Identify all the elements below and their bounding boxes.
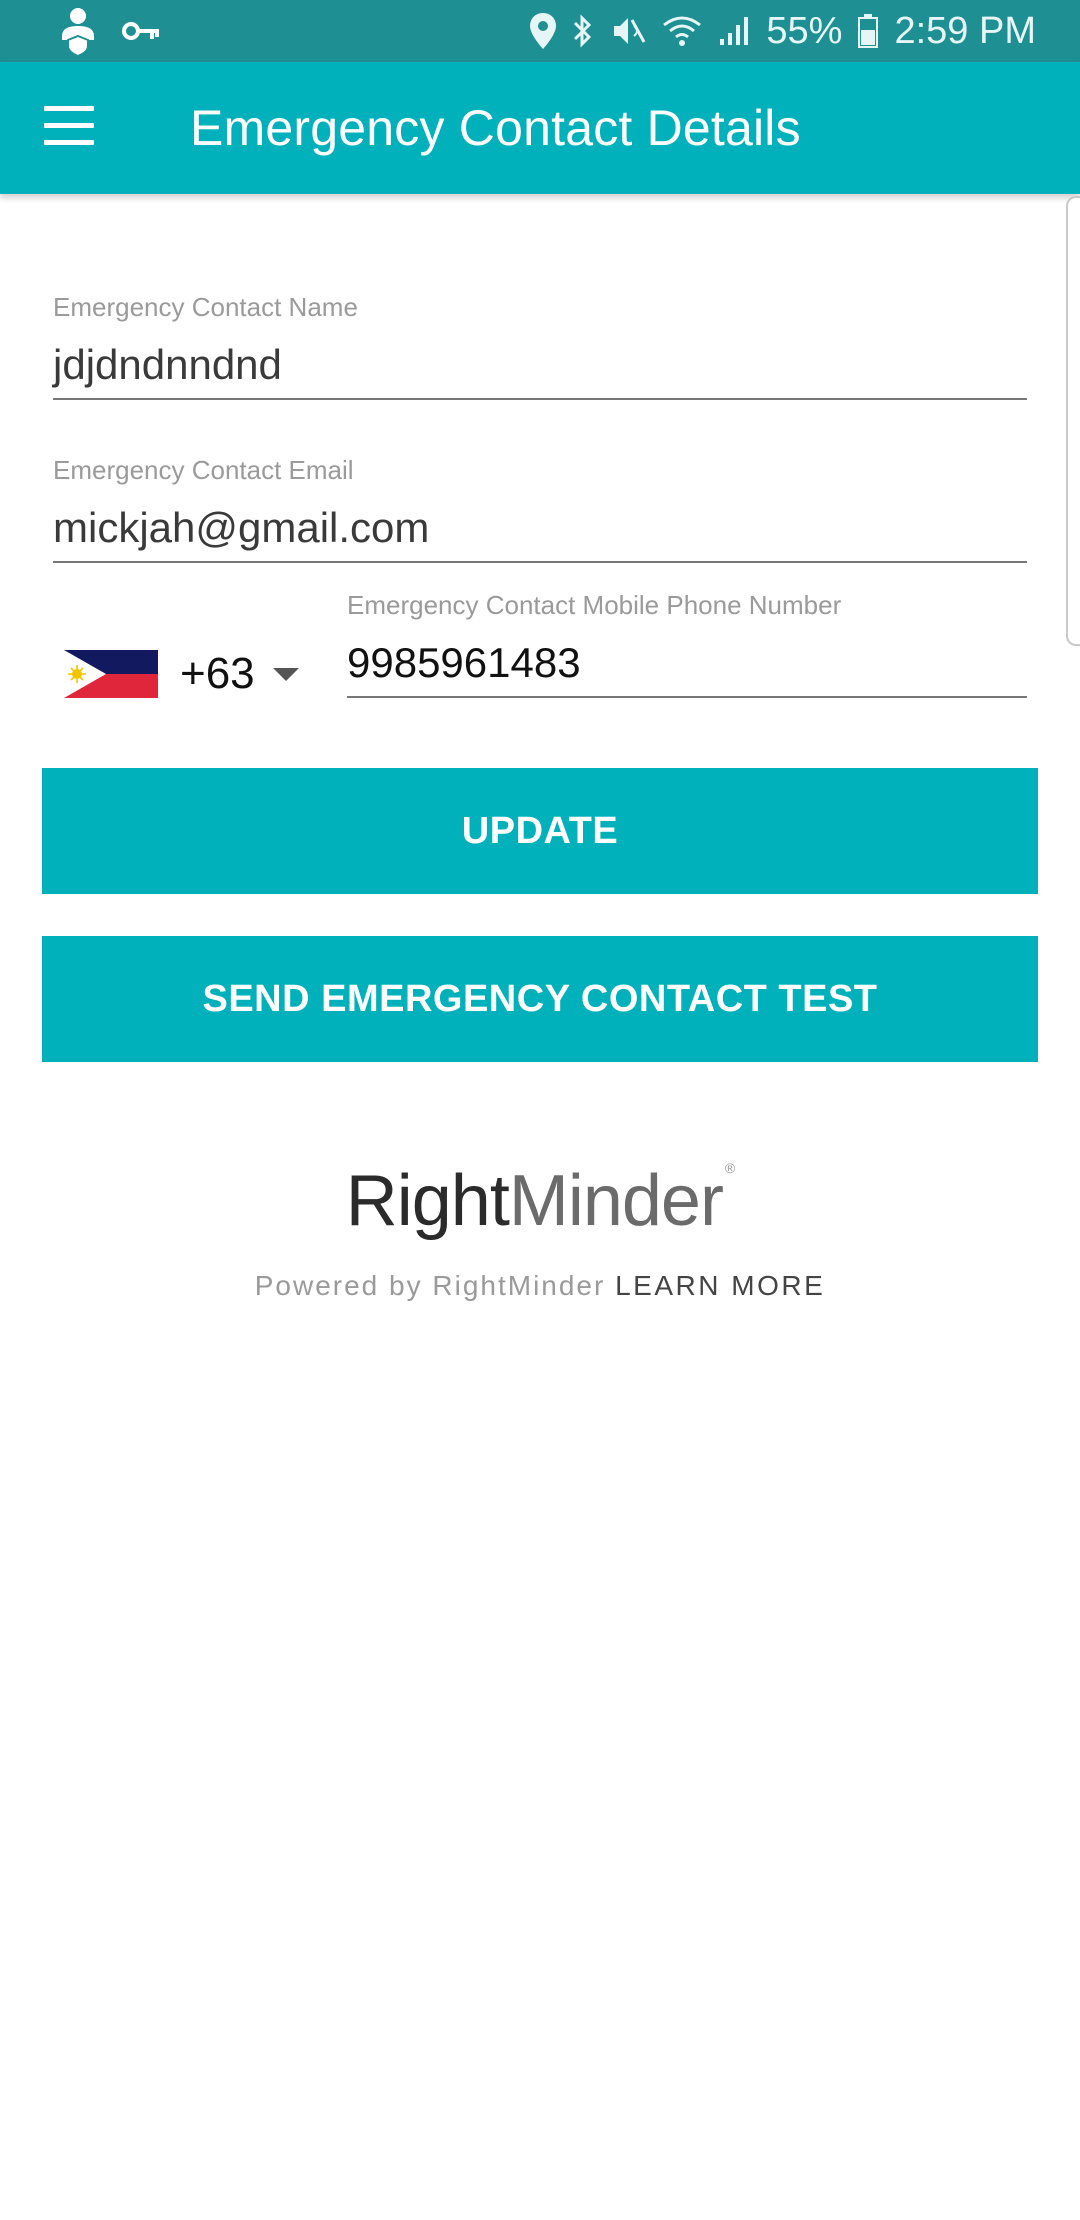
chevron-down-icon	[272, 667, 299, 681]
page-title: Emergency Contact Details	[190, 100, 801, 156]
status-left-icons	[58, 6, 162, 56]
bluetooth-icon	[572, 13, 594, 49]
status-bar: 55% 2:59 PM	[0, 0, 1080, 62]
contact-name-input[interactable]: jdjdndnndnd	[53, 340, 1027, 400]
contact-name-label: Emergency Contact Name	[53, 292, 358, 322]
learn-more-link[interactable]: LEARN MORE	[615, 1270, 825, 1301]
rightminder-logo: RightMinder ®	[345, 1160, 736, 1241]
contact-email-input[interactable]: mickjah@gmail.com	[53, 503, 1027, 563]
battery-icon	[858, 14, 879, 48]
country-code-selector[interactable]: +63	[64, 646, 299, 702]
contact-name-field[interactable]: Emergency Contact Name jdjdndnndnd	[53, 292, 1027, 400]
hamburger-menu-icon[interactable]	[44, 106, 104, 150]
user-shield-icon	[62, 8, 94, 56]
country-code: +63	[180, 649, 255, 698]
mute-icon	[610, 14, 646, 48]
contact-phone-input[interactable]: 9985961483	[347, 638, 1027, 698]
key-icon	[122, 22, 159, 40]
powered-by-label: Powered by RightMinder	[254, 1270, 606, 1301]
update-button[interactable]: UPDATE	[42, 768, 1038, 894]
signal-icon	[718, 15, 750, 47]
send-emergency-contact-test-button[interactable]: SEND EMERGENCY CONTACT TEST	[42, 936, 1038, 1062]
status-right: 55% 2:59 PM	[530, 0, 1036, 62]
powered-by-text: Powered by RightMinder LEARN MORE	[0, 1270, 1080, 1302]
contact-email-field[interactable]: Emergency Contact Email mickjah@gmail.co…	[53, 455, 1027, 563]
app-bar: Emergency Contact Details	[0, 62, 1080, 194]
contact-email-label: Emergency Contact Email	[53, 455, 354, 485]
contact-phone-label: Emergency Contact Mobile Phone Number	[347, 590, 842, 620]
contact-phone-field[interactable]: Emergency Contact Mobile Phone Number 99…	[347, 590, 1027, 698]
philippines-flag-icon	[64, 650, 158, 698]
wifi-icon	[662, 15, 702, 47]
battery-percent: 55%	[766, 9, 843, 52]
status-time: 2:59 PM	[894, 9, 1036, 52]
location-icon	[530, 13, 557, 49]
drawer-edge-handle[interactable]	[1066, 196, 1080, 646]
